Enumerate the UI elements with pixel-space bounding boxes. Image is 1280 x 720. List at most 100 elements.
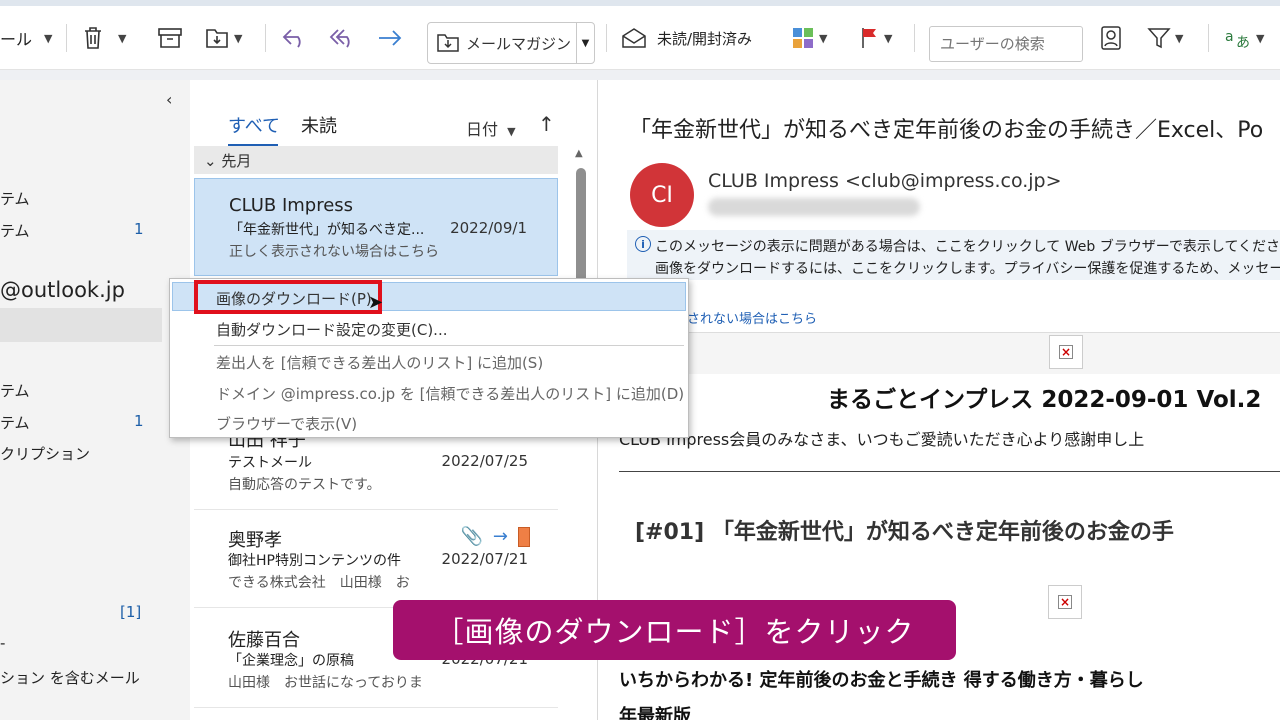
message-date: 2022/07/25 — [441, 452, 528, 470]
email-subject: 「年金新世代」が知るべき定年前後のお金の手続き／Excel、Po — [629, 118, 1264, 143]
collapse-pane-icon[interactable]: ‹ — [166, 90, 172, 109]
folder-unread-count: 1 — [134, 412, 144, 430]
folder-item[interactable]: - — [0, 634, 5, 652]
toolbar-divider — [914, 24, 915, 52]
chevron-down-icon: ▼ — [118, 31, 127, 45]
move-folder-dropdown[interactable]: メールマガジン ▼ — [427, 22, 595, 64]
user-search-input[interactable] — [929, 26, 1083, 62]
search-folder-item[interactable]: ション を含むメール — [0, 667, 140, 688]
message-subject: 御社HP特別コンテンツの件 — [228, 553, 401, 569]
message-preview: 正しく表示されない場合はこちら — [229, 244, 439, 260]
move-to-icon — [206, 29, 228, 48]
menu-item-auto-download-settings[interactable]: 自動ダウンロード設定の変更(C)... — [216, 319, 447, 340]
archive-icon — [158, 28, 182, 48]
menu-item-add-sender-safe-list[interactable]: 差出人を [信頼できる差出人のリスト] に追加(S) — [216, 352, 543, 373]
chevron-down-icon: ▼ — [44, 31, 53, 45]
move-label: ール — [0, 30, 33, 49]
toolbar-divider — [606, 24, 607, 52]
move-to-button[interactable]: ▼ — [204, 20, 242, 56]
forward-button[interactable] — [376, 20, 404, 56]
scroll-up-icon[interactable]: ▲ — [575, 148, 583, 159]
toolbar-divider — [265, 24, 266, 52]
tab-all[interactable]: すべて — [228, 112, 280, 138]
sort-direction-button[interactable]: ↑ — [538, 112, 555, 136]
toolbar: ール ▼ ▼ ▼ メールマガジン ▼ 未読/開封済み ▼ ▼ ユーザーの検索 ▼… — [0, 6, 1280, 70]
message-preview: できる株式会社 山田様 お — [228, 575, 410, 591]
info-line-browser[interactable]: このメッセージの表示に問題がある場合は、ここをクリックして Web ブラウザーで… — [655, 236, 1280, 256]
message-subject: テストメール — [228, 455, 312, 471]
message-subject: 「年金新世代」が知るべき定... — [229, 222, 425, 238]
ribbon-divider-band — [0, 70, 1280, 80]
translate-button[interactable]: aあ ▼ — [1224, 20, 1264, 56]
undo-button[interactable] — [281, 20, 309, 56]
newsletter-book-title: いちからわかる! 定年前後のお金と手続き 得する働き方・暮らし — [619, 670, 1144, 691]
tab-unread[interactable]: 未読 — [301, 112, 337, 138]
chevron-down-icon: ▼ — [1175, 31, 1184, 45]
folder-pane: ‹ テム テム 1 @outlook.jp テム テム 1 クリプション [1]… — [0, 80, 190, 720]
folder-unread-count: 1 — [134, 220, 144, 238]
category-flag-icon[interactable] — [518, 526, 530, 547]
folder-item[interactable]: テム — [0, 220, 30, 241]
list-item[interactable]: CLUB Impress 「年金新世代」が知るべき定... 2022/09/1 … — [194, 178, 558, 276]
recipient-blurred — [708, 198, 920, 216]
highlight-box — [194, 280, 382, 314]
message-sender: 奥野孝 — [228, 530, 282, 551]
broken-image-icon: × — [1048, 585, 1082, 619]
newsletter-book-title-cont: 年最新版 — [619, 706, 691, 720]
message-date: 2022/09/1 — [450, 219, 527, 237]
newsletter-header: まるごとインプレス 2022-09-01 Vol.2 — [827, 387, 1262, 413]
folder-move-icon — [437, 34, 459, 52]
chevron-down-icon[interactable]: ▼ — [576, 23, 594, 63]
message-status-icons: 📎 → — [460, 526, 530, 547]
menu-item-add-domain-safe-list[interactable]: ドメイン @impress.co.jp を [信頼できる差出人のリスト] に追加… — [216, 383, 684, 404]
sort-by-date-button[interactable]: 日付 ▼ — [466, 116, 516, 140]
categorize-icon — [793, 28, 813, 48]
newsletter-greeting: CLUB Impress会員のみなさま、いつもご愛読いただき心より感謝申し上 — [619, 430, 1145, 449]
address-book-button[interactable] — [1100, 20, 1122, 56]
reply-all-icon — [329, 29, 350, 48]
trash-icon — [85, 27, 101, 49]
move-folder-label: メールマガジン — [466, 34, 572, 53]
chevron-down-icon: ▼ — [884, 31, 893, 45]
info-line-download[interactable]: 画像をダウンロードするには、ここをクリックします。プライバシー保護を促進するため… — [655, 258, 1280, 278]
menu-item-view-in-browser[interactable]: ブラウザーで表示(V) — [216, 413, 357, 434]
address-book-icon — [1101, 26, 1121, 50]
sender-address[interactable]: CLUB Impress <club@impress.co.jp> — [708, 170, 1062, 192]
envelope-open-icon — [622, 28, 646, 48]
filter-button[interactable]: ▼ — [1147, 20, 1183, 56]
list-item[interactable]: 奥野孝 📎 → 御社HP特別コンテンツの件 2022/07/21 できる株式会社… — [194, 510, 558, 608]
folder-item[interactable]: クリプション — [0, 443, 90, 464]
mark-unread-button[interactable]: 未読/開封済み — [621, 20, 752, 56]
attachment-icon: 📎 — [460, 526, 483, 547]
selected-folder[interactable] — [0, 308, 162, 342]
unread-read-label: 未読/開封済み — [657, 29, 753, 48]
folder-item[interactable]: テム — [0, 380, 30, 401]
flag-icon — [862, 28, 876, 48]
newsletter-heading: [#01] 「年金新世代」が知るべき定年前後のお金の手 — [635, 520, 1174, 545]
chevron-down-icon: ▼ — [819, 31, 828, 45]
group-header[interactable]: ⌄ 先月 — [194, 146, 558, 174]
categorize-button[interactable]: ▼ — [791, 20, 827, 56]
toolbar-divider — [1208, 24, 1209, 52]
info-bar[interactable]: i このメッセージの表示に問題がある場合は、ここをクリックして Web ブラウザ… — [627, 230, 1280, 280]
chevron-down-icon: ▼ — [234, 31, 243, 45]
folder-item[interactable]: テム — [0, 412, 30, 433]
avatar[interactable]: CI — [630, 163, 694, 227]
move-button[interactable]: ール ▼ — [0, 20, 52, 56]
forward-icon — [379, 30, 402, 46]
menu-separator — [214, 345, 684, 346]
reply-all-button[interactable] — [328, 20, 358, 56]
broken-image-icon: × — [1049, 335, 1083, 369]
folder-unread-count: [1] — [120, 603, 142, 621]
account-name[interactable]: @outlook.jp — [0, 278, 125, 302]
delete-button[interactable]: ▼ — [82, 20, 126, 56]
reply-icon — [282, 29, 301, 48]
flag-button[interactable]: ▼ — [860, 20, 892, 56]
filter-icon — [1147, 28, 1171, 49]
archive-button[interactable] — [157, 20, 183, 56]
email-banner-area: × — [599, 332, 1280, 374]
folder-item[interactable]: テム — [0, 188, 30, 209]
view-online-link[interactable]: されない場合はこちら — [687, 308, 817, 327]
divider — [619, 471, 1280, 472]
tutorial-caption: ［画像のダウンロード］をクリック — [393, 600, 956, 660]
